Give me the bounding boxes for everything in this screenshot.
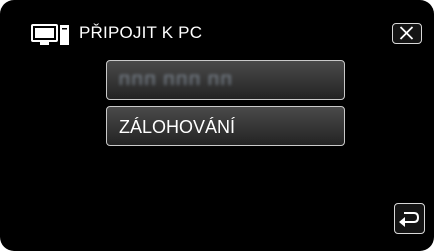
computer-monitor-icon [31,24,71,46]
page-title: PŘIPOJIT K PC [79,23,203,42]
option-button-blurred[interactable]: ППП ППП ПП [106,60,345,100]
header: PŘIPOJIT K PC [0,0,434,46]
connect-to-pc-screen: PŘIPOJIT K PC ППП ППП ПП ZÁLOHOVÁNÍ [0,0,434,251]
close-button[interactable] [392,23,422,44]
backup-label: ZÁLOHOVÁNÍ [119,117,236,137]
backup-button[interactable]: ZÁLOHOVÁNÍ [106,106,345,146]
option-label-blurred: ППП ППП ПП [119,72,234,89]
return-button[interactable] [394,203,425,234]
